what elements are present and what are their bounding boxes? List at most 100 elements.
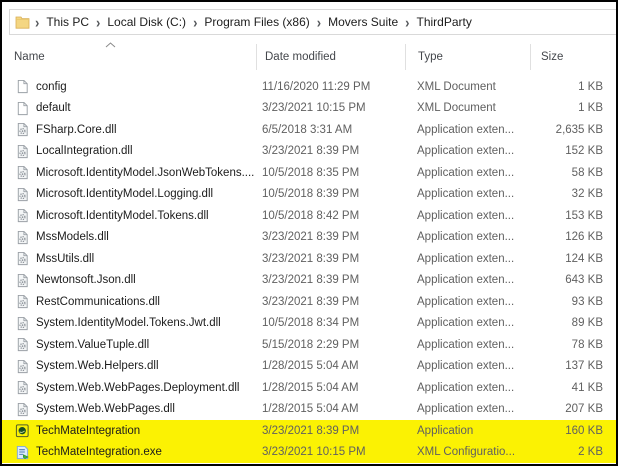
file-type: Application exten... [417, 145, 515, 158]
table-row[interactable]: Microsoft.IdentityModel.Tokens.dll 10/5/… [2, 205, 616, 227]
table-row[interactable]: TechMateIntegration 3/23/2021 8:39 PM Ap… [2, 420, 616, 442]
file-date-modified: 3/23/2021 8:39 PM [262, 274, 360, 287]
file-size: 2,635 KB [555, 123, 603, 136]
file-name: Microsoft.IdentityModel.Tokens.dll [36, 209, 209, 222]
dll-icon [15, 187, 30, 202]
file-size: 160 KB [565, 424, 603, 437]
table-row[interactable]: System.IdentityModel.Tokens.Jwt.dll 10/5… [2, 313, 616, 335]
file-type: Application exten... [417, 317, 515, 330]
table-row[interactable]: default 3/23/2021 10:15 PM XML Document … [2, 98, 616, 120]
breadcrumb-item[interactable]: Local Disk (C:) [104, 15, 189, 29]
dll-icon [15, 122, 30, 137]
file-name: System.Web.WebPages.Deployment.dll [36, 381, 240, 394]
file-name: System.ValueTuple.dll [36, 338, 150, 351]
dll-icon [15, 294, 30, 309]
file-name: Microsoft.IdentityModel.Logging.dll [36, 188, 214, 201]
column-header-type[interactable]: Type [405, 44, 530, 70]
chevron-right-icon: › [405, 13, 410, 31]
file-name: FSharp.Core.dll [36, 123, 117, 136]
file-name: System.Web.WebPages.dll [36, 403, 175, 416]
file-list: config 11/16/2020 11:29 PM XML Document … [2, 76, 616, 463]
file-date-modified: 1/28/2015 5:04 AM [262, 403, 359, 416]
table-row[interactable]: RestCommunications.dll 3/23/2021 8:39 PM… [2, 291, 616, 313]
file-type: Application [417, 424, 474, 437]
table-row[interactable]: System.Web.Helpers.dll 1/28/2015 5:04 AM… [2, 356, 616, 378]
dll-icon [15, 208, 30, 223]
table-row[interactable]: System.ValueTuple.dll 5/15/2018 2:29 PM … [2, 334, 616, 356]
table-row[interactable]: LocalIntegration.dll 3/23/2021 8:39 PM A… [2, 141, 616, 163]
folder-icon [15, 15, 30, 30]
file-name: Microsoft.IdentityModel.JsonWebTokens...… [36, 166, 255, 179]
dll-icon [15, 337, 30, 352]
file-name: System.Web.Helpers.dll [36, 360, 159, 373]
file-size: 137 KB [565, 360, 603, 373]
file-size: 153 KB [565, 209, 603, 222]
file-size: 152 KB [565, 145, 603, 158]
breadcrumb-item[interactable]: This PC [43, 15, 92, 29]
file-name: config [36, 80, 67, 93]
chevron-right-icon: › [316, 13, 322, 31]
file-size: 58 KB [571, 166, 603, 179]
file-date-modified: 3/23/2021 8:39 PM [262, 424, 360, 437]
file-size: 126 KB [565, 231, 603, 244]
sort-ascending-icon[interactable] [105, 42, 116, 48]
xml-document-icon [15, 101, 30, 116]
dll-icon [15, 316, 30, 331]
file-date-modified: 3/23/2021 8:39 PM [262, 295, 360, 308]
table-row[interactable]: MssUtils.dll 3/23/2021 8:39 PM Applicati… [2, 248, 616, 270]
file-size: 89 KB [571, 317, 603, 330]
breadcrumb-item[interactable]: Movers Suite [325, 15, 401, 29]
file-date-modified: 10/5/2018 8:42 PM [262, 209, 360, 222]
table-row[interactable]: Microsoft.IdentityModel.JsonWebTokens...… [2, 162, 616, 184]
file-date-modified: 11/16/2020 11:29 PM [262, 80, 371, 93]
dll-icon [15, 273, 30, 288]
file-type: XML Configuratio... [417, 446, 516, 459]
file-type: Application exten... [417, 381, 515, 394]
file-size: 2 KB [578, 446, 603, 459]
file-type: Application exten... [417, 295, 515, 308]
file-date-modified: 1/28/2015 5:04 AM [262, 360, 359, 373]
file-date-modified: 3/23/2021 8:39 PM [262, 145, 360, 158]
exe-config-icon [15, 445, 30, 460]
file-name: MssUtils.dll [36, 252, 95, 265]
table-row[interactable]: config 11/16/2020 11:29 PM XML Document … [2, 76, 616, 98]
file-date-modified: 10/5/2018 8:39 PM [262, 188, 360, 201]
file-date-modified: 10/5/2018 8:34 PM [262, 317, 360, 330]
file-date-modified: 3/23/2021 8:39 PM [262, 252, 360, 265]
file-type: XML Document [417, 80, 496, 93]
column-header-date-modified[interactable]: Date modified [256, 44, 405, 70]
breadcrumb-item[interactable]: Program Files (x86) [201, 15, 312, 29]
file-date-modified: 3/23/2021 10:15 PM [262, 102, 366, 115]
file-type: Application exten... [417, 188, 515, 201]
dll-icon [15, 402, 30, 417]
table-row[interactable]: Microsoft.IdentityModel.Logging.dll 10/5… [2, 184, 616, 206]
application-icon [15, 423, 30, 438]
file-date-modified: 3/23/2021 8:39 PM [262, 231, 360, 244]
file-name: System.IdentityModel.Tokens.Jwt.dll [36, 317, 221, 330]
file-explorer-window: › This PC › Local Disk (C:) › Program Files (… [0, 0, 618, 466]
table-row[interactable]: System.Web.WebPages.Deployment.dll 1/28/… [2, 377, 616, 399]
table-row[interactable]: Newtonsoft.Json.dll 3/23/2021 8:39 PM Ap… [2, 270, 616, 292]
address-bar[interactable]: › This PC › Local Disk (C:) › Program Files (… [9, 9, 616, 35]
file-name: TechMateIntegration.exe [36, 446, 162, 459]
file-type: XML Document [417, 102, 496, 115]
table-row[interactable]: TechMateIntegration.exe 3/23/2021 10:15 … [2, 441, 616, 463]
file-size: 1 KB [578, 102, 603, 115]
column-header-size[interactable]: Size [530, 44, 616, 70]
file-date-modified: 3/23/2021 10:15 PM [262, 446, 366, 459]
table-row[interactable]: System.Web.WebPages.dll 1/28/2015 5:04 A… [2, 399, 616, 421]
file-type: Application exten... [417, 338, 515, 351]
dll-icon [15, 251, 30, 266]
xml-document-icon [15, 79, 30, 94]
file-type: Application exten... [417, 274, 515, 287]
file-type: Application exten... [417, 209, 515, 222]
file-name: default [36, 102, 71, 115]
table-row[interactable]: MssModels.dll 3/23/2021 8:39 PM Applicat… [2, 227, 616, 249]
file-size: 41 KB [571, 381, 603, 394]
file-date-modified: 6/5/2018 3:31 AM [262, 123, 353, 136]
column-header-name[interactable]: Name [2, 44, 256, 70]
breadcrumb-item[interactable]: ThirdParty [413, 15, 474, 29]
table-row[interactable]: FSharp.Core.dll 6/5/2018 3:31 AM Applica… [2, 119, 616, 141]
file-type: Application exten... [417, 166, 515, 179]
file-date-modified: 1/28/2015 5:04 AM [262, 381, 359, 394]
